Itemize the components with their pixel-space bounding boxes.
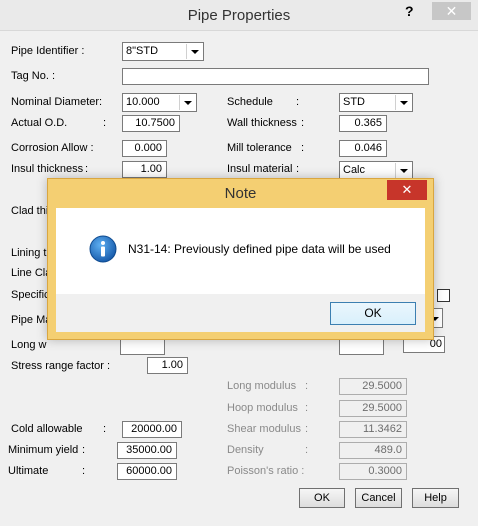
ultimate-label: Ultimate: [8, 465, 49, 477]
density-colon: :: [305, 444, 309, 456]
nominal-diameter-select[interactable]: 10.000: [122, 93, 197, 112]
close-icon[interactable]: ✕: [432, 2, 471, 20]
pipe-identifier-value: 8"STD: [126, 45, 159, 57]
nominal-diameter-label: Nominal Diameter:: [11, 96, 103, 108]
mill-tolerance-label: Mill tolerance: [227, 142, 292, 154]
close-icon[interactable]: ✕: [387, 180, 427, 200]
note-dialog: Note ✕ N31-14: Previously defined pipe d…: [47, 178, 434, 340]
insul-material-colon: :: [296, 163, 300, 175]
wall-thickness-colon: :: [301, 117, 305, 129]
pipe-identifier-select[interactable]: 8"STD: [122, 42, 204, 61]
cold-allowable-input[interactable]: 20000.00: [122, 421, 182, 438]
insul-material-label: Insul material: [227, 163, 293, 175]
minimum-yield-colon: :: [82, 444, 86, 456]
poissons-ratio-label: Poisson's ratio :: [227, 465, 305, 477]
actual-od-colon: :: [103, 117, 107, 129]
specification-checkbox[interactable]: [437, 289, 450, 302]
wall-thickness-input[interactable]: 0.365: [339, 115, 387, 132]
long-weld-label: Long w: [11, 339, 47, 351]
right-input-edge[interactable]: [339, 338, 384, 355]
note-dialog-footer: OK: [56, 294, 425, 332]
chevron-down-icon[interactable]: [186, 44, 202, 59]
note-dialog-body: N31-14: Previously defined pipe data wil…: [56, 208, 425, 294]
chevron-down-icon[interactable]: [395, 163, 411, 178]
hoop-modulus-colon: :: [305, 402, 309, 414]
ok-button[interactable]: OK: [299, 488, 345, 508]
shear-modulus-input: 11.3462: [339, 421, 407, 438]
density-input: 489.0: [339, 442, 407, 459]
cold-allowable-colon: :: [103, 423, 107, 435]
schedule-select[interactable]: STD: [339, 93, 413, 112]
schedule-label: Schedule: [227, 96, 273, 108]
wall-thickness-label: Wall thickness: [227, 117, 297, 129]
stress-range-factor-input[interactable]: 1.00: [147, 357, 188, 374]
long-modulus-colon: :: [305, 380, 309, 392]
info-icon: [89, 235, 117, 263]
insul-thickness-label: Insul thickness: [11, 163, 84, 175]
hoop-modulus-label: Hoop modulus: [227, 402, 298, 414]
note-ok-button[interactable]: OK: [330, 302, 416, 325]
insul-material-value: Calc: [343, 164, 366, 176]
schedule-colon: :: [296, 96, 300, 108]
ultimate-input[interactable]: 60000.00: [117, 463, 177, 480]
actual-od-label: Actual O.D.: [11, 117, 68, 129]
title-bar: Pipe Properties ? ✕: [0, 0, 478, 31]
long-modulus-input: 29.5000: [339, 378, 407, 395]
pipe-material-label: Pipe Ma: [11, 314, 52, 326]
help-question-icon[interactable]: ?: [405, 3, 414, 19]
pipe-identifier-label: Pipe Identifier :: [11, 45, 85, 57]
cold-allowable-label: Cold allowable: [11, 423, 83, 435]
cancel-button[interactable]: Cancel: [355, 488, 402, 508]
mill-tolerance-colon: :: [301, 142, 305, 154]
stress-range-factor-label: Stress range factor :: [11, 360, 111, 372]
schedule-value: STD: [343, 96, 365, 108]
minimum-yield-input[interactable]: 35000.00: [117, 442, 177, 459]
clad-thickness-label: Clad thi: [11, 205, 49, 217]
minimum-yield-label: Minimum yield: [8, 444, 79, 456]
tag-no-label: Tag No. :: [11, 70, 56, 82]
hoop-modulus-input: 29.5000: [339, 400, 407, 417]
long-modulus-label: Long modulus: [227, 380, 297, 392]
long-weld-input-edge[interactable]: [120, 338, 165, 355]
specification-label: Specific: [11, 289, 50, 301]
shear-modulus-colon: :: [305, 423, 309, 435]
line-class-label: Line Cla: [11, 267, 52, 279]
poissons-ratio-input: 0.3000: [339, 463, 407, 480]
note-dialog-message: N31-14: Previously defined pipe data wil…: [128, 242, 391, 256]
insul-thickness-colon: :: [85, 163, 89, 175]
mill-tolerance-input[interactable]: 0.046: [339, 140, 387, 157]
note-dialog-title: Note: [224, 185, 257, 202]
density-label: Density: [227, 444, 264, 456]
nominal-diameter-value: 10.000: [126, 96, 160, 108]
shear-modulus-label: Shear modulus: [227, 423, 301, 435]
insul-thickness-input[interactable]: 1.00: [122, 161, 167, 178]
corrosion-allow-label: Corrosion Allow :: [11, 142, 94, 154]
actual-od-input[interactable]: 10.7500: [122, 115, 180, 132]
corrosion-allow-input[interactable]: 0.000: [122, 140, 167, 157]
ultimate-colon: :: [82, 465, 86, 477]
help-button[interactable]: Help: [412, 488, 459, 508]
chevron-down-icon[interactable]: [179, 95, 195, 110]
chevron-down-icon[interactable]: [395, 95, 411, 110]
tag-no-input[interactable]: [122, 68, 429, 85]
